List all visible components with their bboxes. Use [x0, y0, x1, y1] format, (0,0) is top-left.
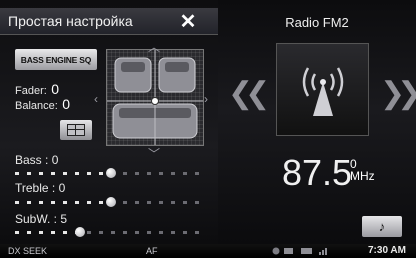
bass-value: 0: [51, 153, 59, 167]
treble-value: 0: [58, 181, 66, 195]
balance-right-arrow-icon[interactable]: ›: [204, 92, 208, 106]
balance-label: Balance:: [15, 100, 58, 112]
station-artwork: [276, 43, 369, 136]
subwoofer-slider-knob[interactable]: [74, 227, 85, 237]
fader-front-arrow-icon[interactable]: ︿: [148, 38, 160, 55]
bass-slider[interactable]: [15, 168, 206, 178]
antenna-icon: [302, 66, 343, 116]
bass-label: Bass :: [15, 153, 49, 167]
af-indicator: AF: [146, 246, 158, 256]
treble-readout: Treble : 0: [15, 181, 65, 195]
listening-position-marker: [151, 97, 159, 105]
center-position-button[interactable]: [60, 120, 92, 140]
music-note-icon: ♪: [378, 219, 386, 234]
bass-slider-knob[interactable]: [105, 168, 116, 178]
bass-slider-fill: [15, 172, 111, 175]
band-unit: 0 MHz: [350, 158, 375, 182]
music-button[interactable]: ♪: [362, 216, 402, 237]
phone-status-icon: [284, 248, 293, 254]
balance-left-arrow-icon[interactable]: ‹: [94, 92, 98, 106]
dx-seek-indicator: DX SEEK: [8, 246, 48, 256]
treble-slider-fill: [15, 201, 111, 204]
center-icon: [67, 124, 85, 136]
next-icon[interactable]: ❯❯: [380, 76, 416, 111]
close-icon: ✕: [179, 10, 197, 33]
treble-slider-knob[interactable]: [105, 197, 116, 207]
bluetooth-icon: [272, 247, 280, 255]
balance-value: 0: [62, 96, 71, 112]
balance-readout: Balance: 0: [15, 96, 70, 114]
subwoofer-slider[interactable]: [15, 227, 206, 237]
car-seats-diagram: [107, 50, 203, 145]
bass-engine-sq-button[interactable]: BASS ENGINE SQ: [15, 49, 97, 70]
subwoofer-label: SubW. :: [15, 212, 58, 226]
fader-value: 0: [51, 81, 60, 97]
bass-readout: Bass : 0: [15, 153, 58, 167]
status-icons: [271, 246, 351, 258]
battery-icon: [301, 248, 312, 254]
subwoofer-readout: SubW. : 5: [15, 212, 67, 226]
subwoofer-value: 5: [60, 212, 68, 226]
signal-icon: [319, 252, 321, 255]
frequency-unit: MHz: [350, 169, 375, 183]
treble-slider[interactable]: [15, 197, 206, 207]
fader-balance-pad[interactable]: [106, 49, 204, 146]
clock: 7:30 AM: [368, 245, 406, 256]
status-bar: [0, 244, 416, 257]
subwoofer-slider-fill: [15, 231, 80, 234]
prev-icon[interactable]: ❮❮: [228, 76, 270, 111]
treble-label: Treble :: [15, 181, 56, 195]
page-title: Простая настройка: [8, 13, 133, 29]
source-title: Radio FM2: [285, 15, 349, 30]
close-button[interactable]: ✕: [168, 8, 208, 34]
frequency-display: 87.5: [282, 152, 353, 193]
fader-rear-arrow-icon[interactable]: ﹀: [148, 145, 160, 162]
